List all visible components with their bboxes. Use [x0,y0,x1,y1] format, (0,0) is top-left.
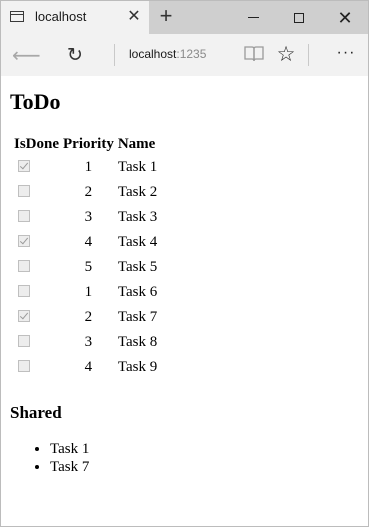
table-row: 5 Task 5 [13,256,158,279]
isdone-cell [13,156,60,179]
divider [114,44,115,66]
column-header-name: Name [117,136,156,152]
address-bar[interactable]: localhost:1235 [129,47,206,61]
favorites-star-icon[interactable]: ☆ [274,42,298,66]
close-window-button[interactable]: ✕ [322,1,368,34]
task-name-cell: Task 8 [117,334,158,350]
close-window-icon: ✕ [337,7,353,28]
refresh-icon[interactable]: ↻ [63,43,87,67]
address-bar-row: ⟵ ↻ localhost:1235 ☆ ··· [1,34,368,76]
shared-list: Task 1Task 7 [50,440,360,476]
table-row: 2 Task 7 [13,306,158,329]
table-row: 1 Task 6 [13,281,158,304]
table-row: 3 Task 8 [13,331,158,354]
maximize-icon [294,12,304,23]
table-row: 3 Task 3 [13,206,158,229]
isdone-checkbox[interactable] [18,185,30,197]
priority-cell: 1 [84,159,93,175]
isdone-checkbox[interactable] [18,335,30,347]
priority-cell: 2 [84,309,93,325]
new-tab-icon[interactable]: + [154,5,178,29]
isdone-cell [13,206,60,229]
isdone-cell [13,231,60,254]
isdone-checkbox[interactable] [18,160,30,172]
isdone-cell [13,281,60,304]
isdone-checkbox[interactable] [18,285,30,297]
isdone-cell [13,306,60,329]
task-name-cell: Task 6 [117,284,158,300]
tab-title: localhost [35,9,87,24]
browser-window: localhost ✕ + ✕ ⟵ ↻ localhost:1235 ☆ ···… [0,0,369,527]
minimize-button[interactable] [230,1,276,34]
isdone-checkbox[interactable] [18,360,30,372]
table-row: 2 Task 2 [13,181,158,204]
task-name-cell: Task 9 [117,359,158,375]
minimize-icon [247,17,259,18]
isdone-cell [13,256,60,279]
maximize-button[interactable] [276,1,322,34]
isdone-cell [13,356,60,379]
task-name-cell: Task 4 [117,234,158,250]
priority-cell: 5 [84,259,93,275]
page-content: ToDo IsDone Priority Name 1 Task 1 2 Task 2… [10,76,360,476]
close-tab-icon[interactable]: ✕ [125,7,143,27]
task-name-cell: Task 3 [117,209,158,225]
list-item: Task 1 [50,440,360,458]
table-row: 4 Task 9 [13,356,158,379]
isdone-cell [13,331,60,354]
table-row: 1 Task 1 [13,156,158,179]
page-title: ToDo [10,89,61,114]
tab-localhost[interactable]: localhost ✕ [1,1,149,34]
back-arrow-icon[interactable]: ⟵ [12,43,41,67]
column-header-priority: Priority [63,136,114,152]
priority-cell: 3 [84,209,93,225]
isdone-cell [13,181,60,204]
isdone-checkbox[interactable] [18,235,30,247]
isdone-checkbox[interactable] [18,210,30,222]
isdone-checkbox[interactable] [18,260,30,272]
page-icon [10,11,24,22]
list-item: Task 7 [50,458,360,476]
tab-bar: localhost ✕ + ✕ [1,1,368,34]
table-row: 4 Task 4 [13,231,158,254]
task-name-cell: Task 2 [117,184,158,200]
task-name-cell: Task 7 [117,309,158,325]
more-options-icon[interactable]: ··· [333,43,359,67]
shared-heading: Shared [10,403,62,422]
table-header-row: IsDone Priority Name [13,134,158,154]
todo-table: IsDone Priority Name 1 Task 1 2 Task 2 3 Task… [11,132,160,381]
priority-cell: 2 [84,184,93,200]
task-rows: 1 Task 1 2 Task 2 3 Task 3 4 Task 4 5 Task 5 1 Task… [13,156,158,379]
reading-view-icon[interactable] [244,45,264,63]
task-name-cell: Task 1 [117,159,158,175]
isdone-checkbox[interactable] [18,310,30,322]
priority-cell: 1 [84,284,93,300]
priority-cell: 4 [84,234,93,250]
priority-cell: 3 [84,334,93,350]
divider [308,44,309,66]
priority-cell: 4 [84,359,93,375]
task-name-cell: Task 5 [117,259,158,275]
url-port: :1235 [176,47,207,61]
column-header-isdone: IsDone [14,136,60,152]
url-host: localhost [129,47,177,61]
